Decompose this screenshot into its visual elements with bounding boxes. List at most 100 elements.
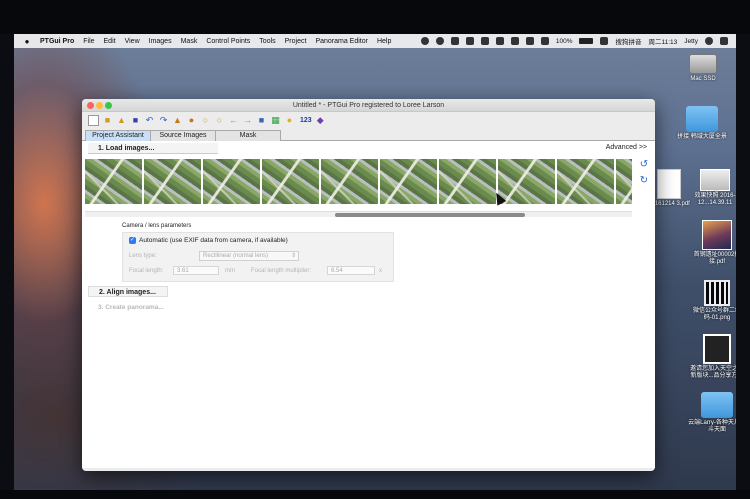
camera-lens-group: ✓ Automatic (use EXIF data from camera, …	[122, 232, 394, 282]
image-thumbnail[interactable]	[380, 159, 437, 204]
focal-length-label: Focal length:	[129, 268, 164, 274]
image-thumbnail[interactable]	[321, 159, 378, 204]
undo-icon[interactable]: ↶	[144, 115, 155, 126]
desktop-item-qr-png[interactable]: 微信公众号群二维码-01.png	[688, 280, 736, 322]
minimize-window-button[interactable]	[96, 102, 103, 109]
save-project-icon[interactable]: ▲	[116, 115, 127, 126]
create-panorama-button[interactable]: 3. Create panorama...	[88, 302, 168, 313]
menu-file[interactable]: File	[83, 38, 94, 45]
image-thumbnail[interactable]	[262, 159, 319, 204]
document-icon	[703, 334, 731, 364]
table-icon[interactable]: ▦	[270, 115, 281, 126]
focal-multiplier-label: Focal length multiplier:	[251, 268, 312, 274]
battery-icon[interactable]	[579, 38, 594, 44]
zoom-out-icon[interactable]: ○	[214, 115, 225, 126]
rotate-right-icon[interactable]: ↻	[639, 176, 649, 186]
image-thumbnail-strip[interactable]	[85, 159, 632, 207]
airplay-icon[interactable]	[510, 37, 519, 45]
align-images-button[interactable]: 2. Align images...	[88, 286, 168, 297]
qr-code-icon	[704, 280, 730, 306]
multiplier-unit: x	[379, 268, 382, 274]
menu-images[interactable]: Images	[149, 38, 172, 45]
image-thumbnail[interactable]	[557, 159, 614, 204]
zoom-in-icon[interactable]: ○	[200, 115, 211, 126]
window-titlebar[interactable]: Untitled * - PTGui Pro registered to Lor…	[82, 99, 655, 112]
chevron-down-icon: ⇕	[290, 253, 296, 259]
desktop-item-screenshot[interactable]: 效果快照 2016-12...14.39.11	[686, 169, 736, 207]
tab-mask[interactable]: Mask	[215, 130, 281, 141]
control-points-icon[interactable]: ▲	[172, 115, 183, 126]
menu-mask[interactable]: Mask	[181, 38, 198, 45]
menu-tools[interactable]: Tools	[259, 38, 275, 45]
image-thumbnail[interactable]	[85, 159, 142, 204]
image-thumbnail[interactable]	[439, 159, 496, 204]
panorama-editor-icon[interactable]: ■	[256, 115, 267, 126]
tab-bar: Project Assistant Source Images Mask	[82, 130, 655, 141]
maximize-window-button[interactable]	[105, 102, 112, 109]
thumbnail-scrollbar[interactable]	[85, 211, 632, 217]
image-thumbnail[interactable]	[498, 159, 555, 204]
apple-menu-icon[interactable]: ●	[22, 37, 32, 46]
camera-group-label: Camera / lens parameters	[122, 223, 192, 229]
desktop-item-photo-pdf[interactable]: 首钢遗址00002拼接.pdf	[688, 220, 736, 266]
focal-unit: mm	[225, 268, 235, 274]
tab-project-assistant[interactable]: Project Assistant	[85, 130, 151, 141]
ptgui-window: Untitled * - PTGui Pro registered to Lor…	[82, 99, 655, 471]
exif-checkbox[interactable]: ✓	[129, 237, 136, 244]
menu-control-points[interactable]: Control Points	[206, 38, 250, 45]
new-project-icon[interactable]	[88, 114, 99, 126]
rotate-left-icon[interactable]: ↺	[639, 160, 649, 170]
status-sync-icon[interactable]	[435, 37, 444, 45]
menu-view[interactable]: View	[125, 38, 140, 45]
battery-percent: 100%	[555, 37, 573, 45]
menu-panorama-editor[interactable]: Panorama Editor	[315, 38, 368, 45]
save-as-icon[interactable]: ■	[130, 115, 141, 126]
previous-image-icon[interactable]: ←	[228, 115, 239, 126]
input-method-icon[interactable]	[600, 37, 609, 45]
image-thumbnail[interactable]	[203, 159, 260, 204]
desktop-item-invite[interactable]: 邀请您加入天空之城 新版块...品分享方式	[688, 334, 736, 380]
scrollbar-thumb[interactable]	[335, 213, 525, 217]
status-app2-icon[interactable]	[465, 37, 474, 45]
advanced-link[interactable]: Advanced >>	[606, 144, 647, 151]
close-window-button[interactable]	[87, 102, 94, 109]
exif-checkbox-label[interactable]: Automatic (use EXIF data from camera, if…	[139, 237, 288, 244]
spotlight-icon[interactable]	[705, 37, 713, 45]
load-images-button[interactable]: 1. Load images...	[88, 143, 218, 154]
folder-icon	[701, 392, 733, 418]
bluetooth-icon[interactable]	[480, 37, 489, 45]
tips-lightbulb-icon[interactable]: ●	[284, 115, 295, 126]
wifi-icon[interactable]	[525, 37, 534, 45]
clock[interactable]: 周二11:13	[648, 36, 677, 46]
folder-icon	[686, 106, 718, 132]
volume-icon[interactable]	[540, 37, 549, 45]
menu-project[interactable]: Project	[285, 38, 307, 45]
input-method-label[interactable]: 搜狗拼音	[615, 36, 641, 46]
focal-multiplier-field[interactable]: 6.54	[327, 266, 375, 275]
desktop: ● PTGui Pro File Edit View Images Mask C…	[14, 34, 736, 490]
image-thumbnail[interactable]	[616, 159, 632, 204]
batch-icon[interactable]: ◆	[315, 115, 326, 126]
open-project-icon[interactable]: ■	[102, 115, 113, 126]
next-image-icon[interactable]: →	[242, 115, 253, 126]
user-name[interactable]: Jetty	[684, 38, 698, 45]
status-group-icon[interactable]	[450, 37, 459, 45]
status-app-icon[interactable]	[420, 37, 429, 45]
numeric-transform-button[interactable]: 123	[300, 117, 312, 124]
letterbox-top	[0, 0, 750, 34]
image-thumbnail[interactable]	[144, 159, 201, 204]
toolbar: ■ ▲ ■ ↶ ↷ ▲ ● ○ ○ ← → ■ ▦ ● 123 ◆	[82, 112, 655, 128]
lens-type-select[interactable]: Rectilinear (normal lens) ⇕	[199, 251, 299, 261]
desktop-item-ssd[interactable]: Mac SSD	[674, 54, 732, 83]
desktop-item-cloud[interactable]: 云端Larry-各种天儿的斗天面	[688, 392, 736, 434]
menu-app-name[interactable]: PTGui Pro	[40, 38, 74, 45]
focal-length-field[interactable]: 3.61	[173, 266, 219, 275]
redo-icon[interactable]: ↷	[158, 115, 169, 126]
menu-edit[interactable]: Edit	[104, 38, 116, 45]
notification-center-icon[interactable]	[720, 37, 728, 45]
time-machine-icon[interactable]	[495, 37, 504, 45]
tab-source-images[interactable]: Source Images	[150, 130, 216, 141]
desktop-item-folder[interactable]: 拼接 韩域大厦全景	[673, 106, 731, 141]
optimize-icon[interactable]: ●	[186, 115, 197, 126]
menu-help[interactable]: Help	[377, 38, 391, 45]
